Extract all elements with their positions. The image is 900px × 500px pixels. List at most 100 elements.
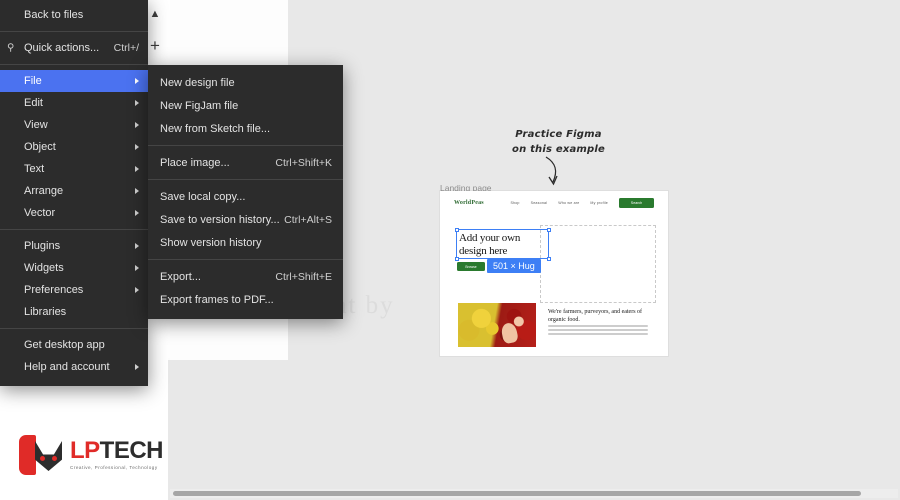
menu-item-label: Save to version history...	[160, 213, 280, 226]
menu-item-widgets[interactable]: Widgets	[0, 257, 148, 279]
submenu-item-export-frames-to-pdf[interactable]: Export frames to PDF...	[148, 288, 343, 311]
menu-item-label: Get desktop app	[24, 339, 105, 351]
brand-name: LPTECH	[70, 437, 164, 465]
resize-handle-bottom-right[interactable]	[546, 256, 551, 261]
menu-item-edit[interactable]: Edit	[0, 92, 148, 114]
menu-item-quick-actions[interactable]: ⚲ Quick actions... Ctrl+/	[0, 37, 148, 59]
menu-item-label: Widgets	[24, 262, 64, 274]
size-badge: 501 × Hug	[487, 259, 541, 273]
submenu-item-place-image[interactable]: Place image... Ctrl+Shift+K	[148, 151, 343, 174]
mockup-logo[interactable]: WorldPeas	[454, 200, 484, 206]
chevron-right-icon	[135, 287, 139, 293]
figma-main-menu[interactable]: Back to files ⚲ Quick actions... Ctrl+/ File…	[0, 0, 148, 386]
brand-tagline: Creative, Professional, Technology	[70, 465, 158, 471]
lptech-logo: LPTECH Creative, Professional, Technolog…	[18, 432, 164, 478]
mockup-nav-link[interactable]: My profile	[590, 201, 608, 205]
menu-item-object[interactable]: Object	[0, 136, 148, 158]
mockup-nav-link[interactable]: Shop	[510, 201, 519, 205]
menu-item-label: Text	[24, 163, 45, 175]
menu-item-label: New FigJam file	[160, 99, 239, 112]
menu-item-file[interactable]: File	[0, 70, 148, 92]
mockup-body-lines	[548, 325, 648, 338]
menu-item-label: Vector	[24, 207, 56, 219]
mockup-subheading: We're farmers, purveyors, and eaters of …	[548, 309, 643, 324]
menu-item-help-and-account[interactable]: Help and account	[0, 356, 148, 378]
chevron-right-icon	[135, 122, 139, 128]
menu-item-shortcut: Ctrl+/	[113, 42, 139, 54]
menu-item-label: Arrange	[24, 185, 64, 197]
chevron-right-icon	[135, 243, 139, 249]
chevron-right-icon	[135, 188, 139, 194]
menu-item-label: New design file	[160, 76, 235, 89]
brand-name-tech: TECH	[99, 437, 164, 465]
menu-item-label: View	[24, 119, 48, 131]
menu-separator	[0, 64, 148, 65]
menu-item-label: New from Sketch file...	[160, 122, 271, 135]
mockup-placeholder-area	[540, 225, 656, 303]
menu-item-plugins[interactable]: Plugins	[0, 235, 148, 257]
submenu-item-new-figjam-file[interactable]: New FigJam file	[148, 94, 343, 117]
menu-separator	[148, 179, 343, 180]
menu-item-label: Export frames to PDF...	[160, 293, 274, 306]
brand-name-lp: LP	[70, 437, 100, 465]
mockup-cta-button[interactable]: Search	[619, 198, 654, 208]
mockup-nav-links[interactable]: Shop Seasonal Who we are My profile	[510, 201, 608, 205]
menu-separator	[148, 259, 343, 260]
chevron-right-icon	[135, 210, 139, 216]
menu-item-libraries[interactable]: Libraries	[0, 301, 148, 323]
submenu-item-export[interactable]: Export... Ctrl+Shift+E	[148, 265, 343, 288]
horizontal-scrollbar[interactable]	[170, 489, 898, 498]
menu-item-shortcut: Ctrl+Shift+K	[275, 156, 332, 169]
menu-item-label: Export...	[160, 270, 201, 283]
menu-item-text[interactable]: Text	[0, 158, 148, 180]
menu-separator	[0, 328, 148, 329]
mockup-nav-link[interactable]: Who we are	[558, 201, 579, 205]
menu-separator	[148, 145, 343, 146]
menu-item-vector[interactable]: Vector	[0, 202, 148, 224]
chevron-right-icon	[135, 78, 139, 84]
chevron-right-icon	[135, 265, 139, 271]
annotation-line-1: Practice Figma	[515, 129, 602, 140]
menu-item-back-to-files[interactable]: Back to files	[0, 4, 148, 26]
menu-item-preferences[interactable]: Preferences	[0, 279, 148, 301]
menu-item-arrange[interactable]: Arrange	[0, 180, 148, 202]
menu-item-label: Quick actions...	[24, 42, 100, 54]
app-root: LPTECHLPTECHLPTECHLPTECHLPTECHLPTECHLPTE…	[0, 0, 900, 500]
scrollbar-thumb[interactable]	[173, 491, 861, 496]
resize-handle-bottom-left[interactable]	[454, 256, 459, 261]
menu-item-label: Save local copy...	[160, 190, 246, 203]
chevron-right-icon	[135, 166, 139, 172]
menu-item-label: Help and account	[24, 361, 110, 373]
menu-separator	[0, 229, 148, 230]
menu-item-label: Show version history	[160, 236, 262, 249]
chevron-right-icon	[135, 144, 139, 150]
submenu-item-save-local-copy[interactable]: Save local copy...	[148, 185, 343, 208]
canvas-annotation: Practice Figma on this example	[512, 128, 605, 157]
menu-item-view[interactable]: View	[0, 114, 148, 136]
resize-handle-top-right[interactable]	[546, 227, 551, 232]
menu-item-label: Libraries	[24, 306, 67, 318]
hand-shape	[500, 321, 520, 345]
search-icon: ⚲	[7, 42, 15, 54]
mockup-navbar: WorldPeas Shop Seasonal Who we are My profi…	[440, 191, 668, 217]
selection-box[interactable]	[454, 227, 551, 261]
submenu-item-new-from-sketch-file[interactable]: New from Sketch file...	[148, 117, 343, 140]
submenu-item-show-version-history[interactable]: Show version history	[148, 231, 343, 254]
menu-item-label: Preferences	[24, 284, 84, 296]
chevron-right-icon	[135, 100, 139, 106]
resize-handle-top-left[interactable]	[454, 227, 459, 232]
menu-item-label: Plugins	[24, 240, 61, 252]
landing-page-frame[interactable]: WorldPeas Shop Seasonal Who we are My profi…	[440, 191, 668, 356]
menu-item-label: File	[24, 75, 42, 87]
chevron-right-icon	[135, 364, 139, 370]
submenu-item-save-to-version-history[interactable]: Save to version history... Ctrl+Alt+S	[148, 208, 343, 231]
menu-item-label: Object	[24, 141, 56, 153]
menu-item-get-desktop-app[interactable]: Get desktop app	[0, 334, 148, 356]
mockup-browse-button[interactable]: Browse	[457, 262, 485, 271]
menu-item-label: Edit	[24, 97, 43, 109]
peppers-photo[interactable]	[458, 303, 536, 347]
mockup-nav-link[interactable]: Seasonal	[531, 201, 548, 205]
submenu-item-new-design-file[interactable]: New design file	[148, 71, 343, 94]
file-submenu[interactable]: New design file New FigJam file New from S…	[148, 65, 343, 319]
menu-item-label: Back to files	[24, 9, 84, 21]
